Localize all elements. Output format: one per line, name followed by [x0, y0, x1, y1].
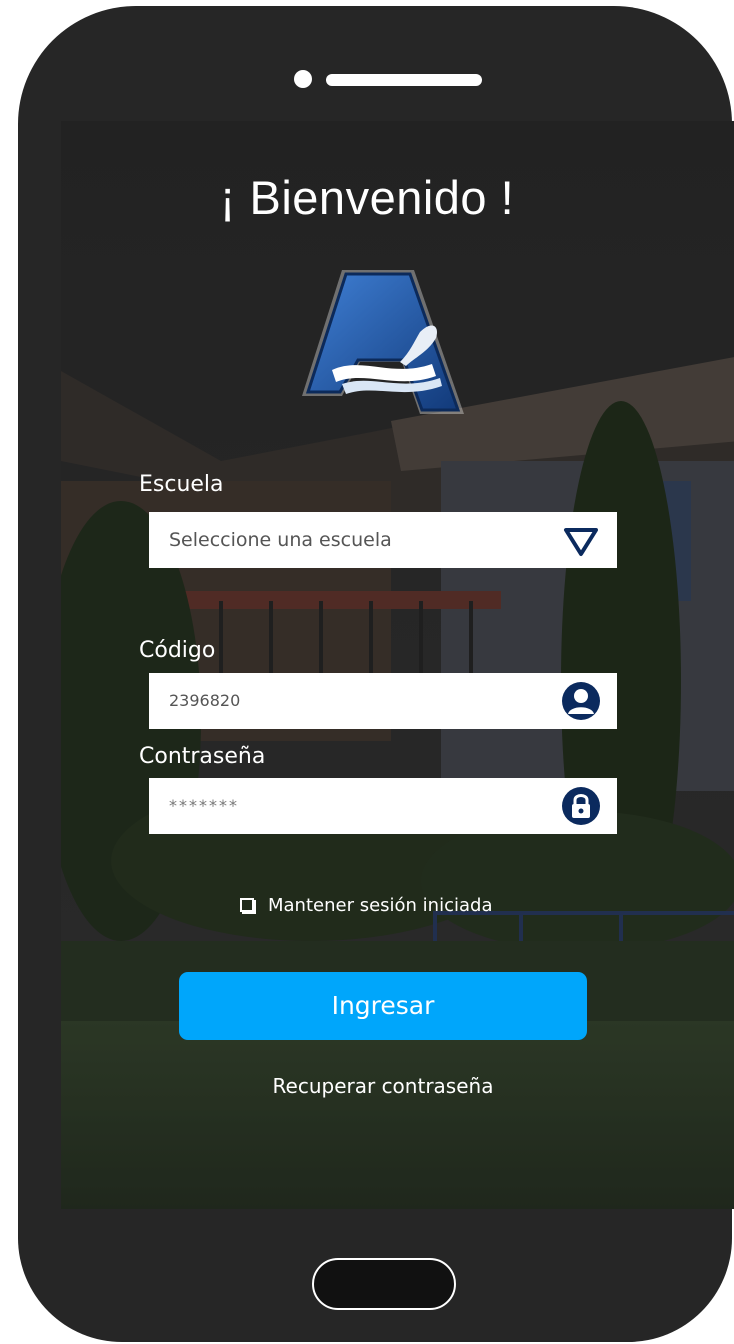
triangle-down-icon[interactable]: [561, 522, 601, 562]
school-select[interactable]: Seleccione una escuela: [149, 512, 617, 568]
code-field[interactable]: 2396820: [149, 673, 617, 729]
school-select-placeholder: Seleccione una escuela: [169, 529, 392, 551]
keep-session-row[interactable]: Mantener sesión iniciada: [240, 890, 492, 920]
code-value: 2396820: [169, 691, 241, 710]
speaker-bar: [326, 74, 482, 86]
code-label: Código: [139, 638, 216, 663]
user-icon: [562, 682, 600, 720]
lock-icon: [562, 787, 600, 825]
password-value: *******: [169, 796, 239, 815]
welcome-title: ¡ Bienvenido !: [219, 171, 515, 224]
camera-dot: [294, 70, 312, 88]
password-field[interactable]: *******: [149, 778, 617, 834]
keep-session-label: Mantener sesión iniciada: [268, 894, 493, 916]
home-button[interactable]: [312, 1258, 456, 1310]
school-label: Escuela: [139, 472, 224, 497]
school-logo: [302, 270, 464, 414]
recover-password-link[interactable]: Recuperar contraseña: [0, 1074, 734, 1098]
keep-session-checkbox[interactable]: [240, 898, 254, 912]
login-button[interactable]: Ingresar: [179, 972, 587, 1040]
password-label: Contraseña: [139, 744, 266, 769]
